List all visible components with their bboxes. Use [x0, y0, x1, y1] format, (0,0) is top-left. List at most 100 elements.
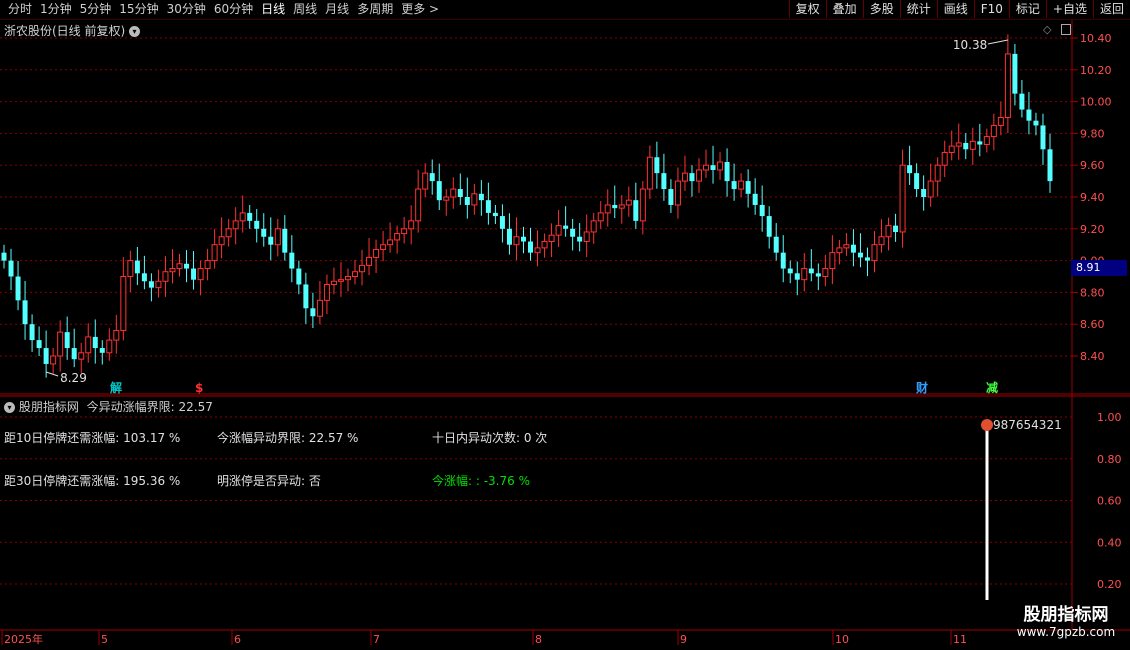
event-markers: 解 $ 财 减 [110, 380, 998, 395]
price-chart: 10.4010.2010.009.809.609.409.209.008.808… [0, 20, 1130, 646]
candle [373, 239, 380, 274]
candle [752, 178, 758, 215]
candle [1004, 34, 1011, 134]
candle [261, 213, 267, 247]
candle [436, 163, 442, 211]
candle-body [577, 236, 583, 242]
candle-body [681, 172, 688, 182]
indicator-subtitle: 今异动涨幅界限: 22.57 [86, 400, 213, 414]
candle-body [583, 231, 590, 243]
watermark: 股朋指标网 www.7gpzb.com [1010, 600, 1122, 639]
candle [134, 246, 140, 286]
candle-body [674, 180, 681, 206]
candle-body [639, 188, 646, 222]
candle [176, 253, 183, 277]
candle-body [899, 164, 906, 233]
candle-body [731, 181, 737, 190]
candle [738, 173, 745, 197]
candle [92, 319, 98, 364]
candle-body [184, 263, 190, 269]
candle [310, 292, 316, 329]
candle [1012, 44, 1018, 106]
candle-body [141, 273, 147, 282]
candle-body [155, 280, 162, 289]
candle [625, 186, 632, 217]
chevron-down-icon[interactable]: ▾ [4, 402, 15, 413]
candle-body [225, 228, 232, 238]
candle-body [71, 348, 77, 360]
candle [247, 204, 253, 229]
candle [541, 233, 548, 258]
candle [801, 252, 808, 292]
candle-body [85, 336, 92, 354]
date-label: 2025年 [4, 632, 43, 646]
candle-body [597, 212, 604, 222]
candle [829, 235, 836, 285]
candle-body [997, 117, 1004, 126]
candle-body [15, 276, 21, 301]
candle-body [836, 247, 843, 254]
candle-body [310, 308, 316, 317]
text-count10: 十日内异动次数: 0 次 [432, 431, 548, 445]
candle [323, 274, 330, 315]
candle-body [752, 193, 758, 205]
candle [394, 225, 401, 254]
candle-body [555, 225, 562, 236]
price-tick-label: 8.60 [1080, 318, 1105, 331]
candle [1033, 112, 1039, 136]
candle [197, 260, 204, 296]
candle [29, 314, 35, 352]
candle [577, 223, 583, 252]
candle [878, 219, 885, 253]
candle [787, 260, 793, 284]
candle [513, 217, 520, 261]
candle [1019, 79, 1025, 118]
candle-body [415, 188, 422, 222]
candle-body [429, 173, 435, 182]
candle [162, 256, 169, 297]
indicator-tick-label: 0.40 [1097, 536, 1122, 549]
candle-body [408, 220, 415, 230]
candle-body [436, 181, 442, 201]
candle-body [766, 216, 772, 237]
candle [415, 169, 422, 233]
candle [366, 238, 373, 276]
candle [22, 280, 28, 340]
price-tick-label: 8.80 [1080, 286, 1105, 299]
candle-body [218, 236, 225, 246]
candle-body [478, 193, 484, 201]
candle-body [604, 204, 611, 214]
candle-body [717, 161, 724, 171]
candle [528, 227, 534, 261]
candle [822, 254, 829, 287]
event-marker-1: $ [195, 381, 203, 395]
candle-body [268, 236, 274, 245]
candle-body [366, 256, 373, 266]
candle-body [878, 236, 885, 246]
candle-body [668, 189, 674, 205]
candle [401, 217, 408, 244]
candle [1, 244, 7, 269]
price-tick-label: 10.00 [1080, 96, 1112, 109]
candle [661, 153, 667, 201]
candle-body [969, 140, 976, 150]
candle [977, 123, 983, 157]
candle-body [695, 169, 702, 182]
indicator-marker-label: 987654321 [993, 418, 1062, 432]
candle-body [359, 264, 366, 273]
date-label: 6 [234, 633, 241, 646]
candle [639, 181, 646, 235]
candle-body [808, 268, 814, 274]
candle-body [492, 212, 498, 217]
candle-body [907, 165, 913, 174]
candle-body [703, 164, 710, 171]
candle-body [548, 234, 555, 243]
candle-body [689, 173, 695, 182]
candle [921, 175, 927, 211]
candle [808, 249, 814, 282]
candle [759, 185, 765, 232]
candle-body [927, 180, 934, 198]
date-label: 5 [101, 633, 108, 646]
text-today-change: 今涨幅: : -3.76 % [432, 474, 530, 488]
candle [654, 141, 660, 189]
